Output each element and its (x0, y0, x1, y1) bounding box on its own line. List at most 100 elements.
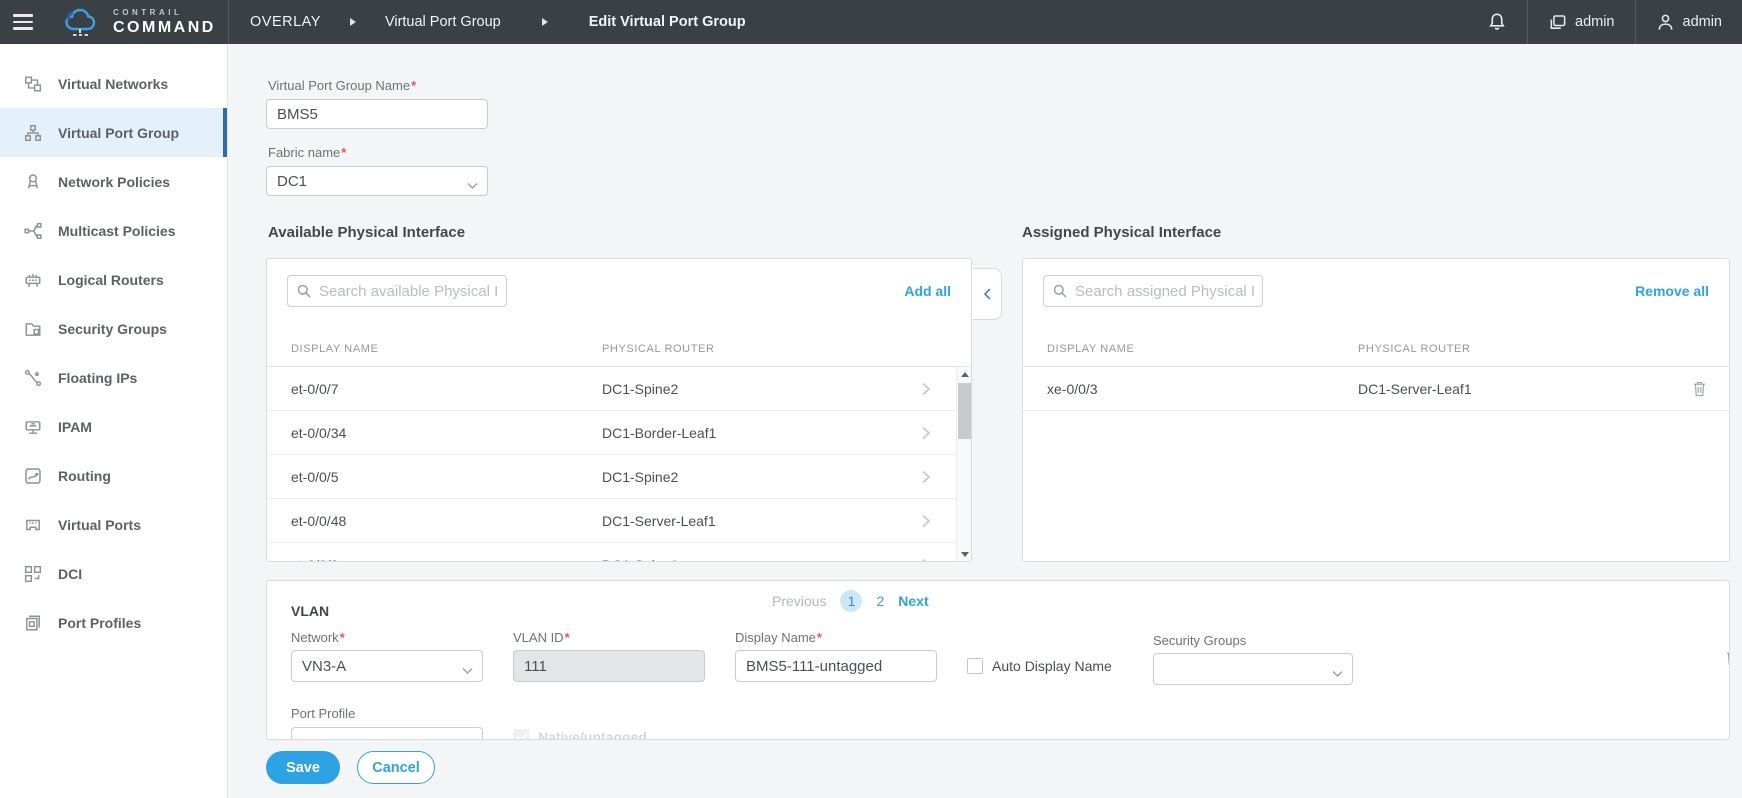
display-name-input[interactable] (735, 650, 937, 682)
assigned-search[interactable] (1043, 275, 1263, 307)
available-search-input[interactable] (319, 283, 499, 300)
table-row[interactable]: et-0/0/34DC1-Border-Leaf1 (267, 411, 971, 455)
sidebar-item-multicast-policies[interactable]: Multicast Policies (0, 206, 227, 255)
floating-ips-icon (24, 369, 42, 387)
vlan-id-label: VLAN ID* (513, 630, 570, 645)
sidebar-item-virtual-ports[interactable]: Virtual Ports (0, 500, 227, 549)
network-label: Network* (291, 630, 345, 645)
scroll-up-arrow[interactable] (957, 367, 972, 381)
search-icon (1052, 283, 1068, 299)
hamburger-menu-icon[interactable] (0, 0, 44, 44)
virtual-port-group-icon (24, 124, 42, 142)
checkbox-icon[interactable] (967, 658, 983, 674)
auto-display-name-checkbox[interactable]: Auto Display Name (967, 658, 1112, 674)
fabric-name-label: Fabric name* (268, 145, 346, 160)
virtual-ports-icon (24, 516, 42, 534)
chevron-right-icon[interactable] (921, 425, 931, 444)
assigned-title: Assigned Physical Interface (1022, 224, 1221, 241)
fabric-name-select[interactable]: DC1 (266, 166, 488, 196)
project-icon (1548, 13, 1567, 32)
brand-line2: COMMAND (113, 20, 216, 36)
multicast-policies-icon (24, 222, 42, 240)
search-icon (296, 283, 312, 299)
logical-routers-icon (24, 271, 42, 289)
vpg-name-input[interactable] (266, 99, 488, 129)
chevron-right-icon[interactable] (921, 513, 931, 532)
scrollbar-thumb[interactable] (958, 383, 971, 439)
breadcrumb-overlay[interactable]: OVERLAY (250, 14, 321, 30)
sidebar-item-security-groups[interactable]: Security Groups (0, 304, 227, 353)
table-row[interactable]: et-0/0/7DC1-Spine2 (267, 367, 971, 411)
breadcrumb: OVERLAY Virtual Port Group Edit Virtual … (250, 0, 746, 44)
table-row[interactable]: et-0/0/5DC1-Spine2 (267, 455, 971, 499)
assigned-search-input[interactable] (1075, 283, 1255, 300)
trash-icon[interactable] (1725, 649, 1730, 671)
available-search[interactable] (287, 275, 507, 307)
collapse-panel-button[interactable] (972, 268, 1002, 320)
breadcrumb-edit-virtual-port-group: Edit Virtual Port Group (589, 14, 746, 30)
user-menu[interactable]: admin (1636, 0, 1742, 44)
network-policies-icon (24, 173, 42, 191)
pagination: Previous 1 2 Next (772, 590, 929, 612)
trash-icon[interactable] (1692, 380, 1707, 400)
chevron-left-icon (982, 287, 993, 301)
security-groups-select[interactable] (1153, 653, 1353, 685)
project-selector[interactable]: admin (1528, 0, 1635, 44)
chevron-right-icon[interactable] (921, 381, 931, 400)
breadcrumb-virtual-port-group[interactable]: Virtual Port Group (385, 14, 501, 30)
available-title: Available Physical Interface (268, 224, 465, 241)
table-row[interactable]: et-0/0/8DC1-Spine1 (267, 543, 971, 562)
sidebar-item-routing[interactable]: Routing (0, 451, 227, 500)
sidebar-item-network-policies[interactable]: Network Policies (0, 157, 227, 206)
sidebar: Virtual Networks Virtual Port Group Netw… (0, 44, 228, 798)
network-select[interactable]: VN3-A (291, 650, 483, 682)
sidebar-item-logical-routers[interactable]: Logical Routers (0, 255, 227, 304)
form-footer: Save Cancel (229, 740, 1742, 798)
dci-icon (24, 565, 42, 583)
table-row[interactable]: xe-0/0/3DC1-Server-Leaf1 (1023, 367, 1729, 411)
security-groups-icon (24, 320, 42, 338)
assigned-panel: Remove all DISPLAY NAME PHYSICAL ROUTER … (1022, 258, 1730, 562)
table-row[interactable]: et-0/0/48DC1-Server-Leaf1 (267, 499, 971, 543)
contrail-command-logo: CONTRAIL COMMAND (60, 7, 216, 37)
sidebar-item-dci[interactable]: DCI (0, 549, 227, 598)
auto-display-name-label: Auto Display Name (992, 658, 1112, 674)
pagination-previous[interactable]: Previous (772, 593, 826, 609)
native-untagged-label: Native/untagged (538, 729, 647, 740)
available-panel: Add all DISPLAY NAME PHYSICAL ROUTER et-… (266, 258, 972, 562)
column-physical-router: PHYSICAL ROUTER (602, 343, 715, 355)
top-bar: CONTRAIL COMMAND OVERLAY Virtual Port Gr… (0, 0, 1742, 44)
pagination-next[interactable]: Next (898, 593, 928, 609)
brand-line1: CONTRAIL (113, 9, 216, 17)
pagination-page-1[interactable]: 1 (840, 590, 862, 612)
chevron-right-icon[interactable] (921, 469, 931, 488)
sidebar-item-ipam[interactable]: IPAM (0, 402, 227, 451)
chevron-down-icon (462, 662, 473, 679)
vlan-section-title: VLAN (291, 603, 329, 619)
cancel-button[interactable]: Cancel (357, 751, 435, 784)
add-all-link[interactable]: Add all (904, 283, 951, 299)
network-value: VN3-A (302, 658, 346, 675)
save-button[interactable]: Save (266, 751, 340, 784)
sidebar-item-floating-ips[interactable]: Floating IPs (0, 353, 227, 402)
notifications-button[interactable] (1467, 0, 1527, 44)
breadcrumb-arrow-icon (350, 18, 356, 26)
chevron-right-icon[interactable] (921, 557, 931, 562)
pagination-page-2[interactable]: 2 (876, 593, 884, 609)
fabric-name-value: DC1 (277, 173, 307, 190)
checkbox-checked-icon[interactable] (513, 729, 529, 740)
remove-all-link[interactable]: Remove all (1635, 283, 1709, 299)
virtual-networks-icon (24, 75, 42, 93)
table-scrollbar[interactable] (956, 367, 971, 561)
port-profile-select[interactable] (291, 727, 483, 740)
sidebar-item-virtual-port-group[interactable]: Virtual Port Group (0, 108, 227, 157)
vlan-panel: Previous 1 2 Next VLAN Network* VN3-A VL… (266, 580, 1730, 740)
sidebar-item-label: Virtual Port Group (58, 125, 179, 141)
sidebar-item-virtual-networks[interactable]: Virtual Networks (0, 59, 227, 108)
scroll-down-arrow[interactable] (957, 547, 972, 561)
sidebar-item-label: Floating IPs (58, 370, 137, 386)
sidebar-item-port-profiles[interactable]: Port Profiles (0, 598, 227, 647)
assigned-rows: xe-0/0/3DC1-Server-Leaf1 (1023, 367, 1729, 561)
native-untagged-checkbox[interactable]: Native/untagged (513, 729, 647, 740)
display-name-label: Display Name* (735, 630, 822, 645)
